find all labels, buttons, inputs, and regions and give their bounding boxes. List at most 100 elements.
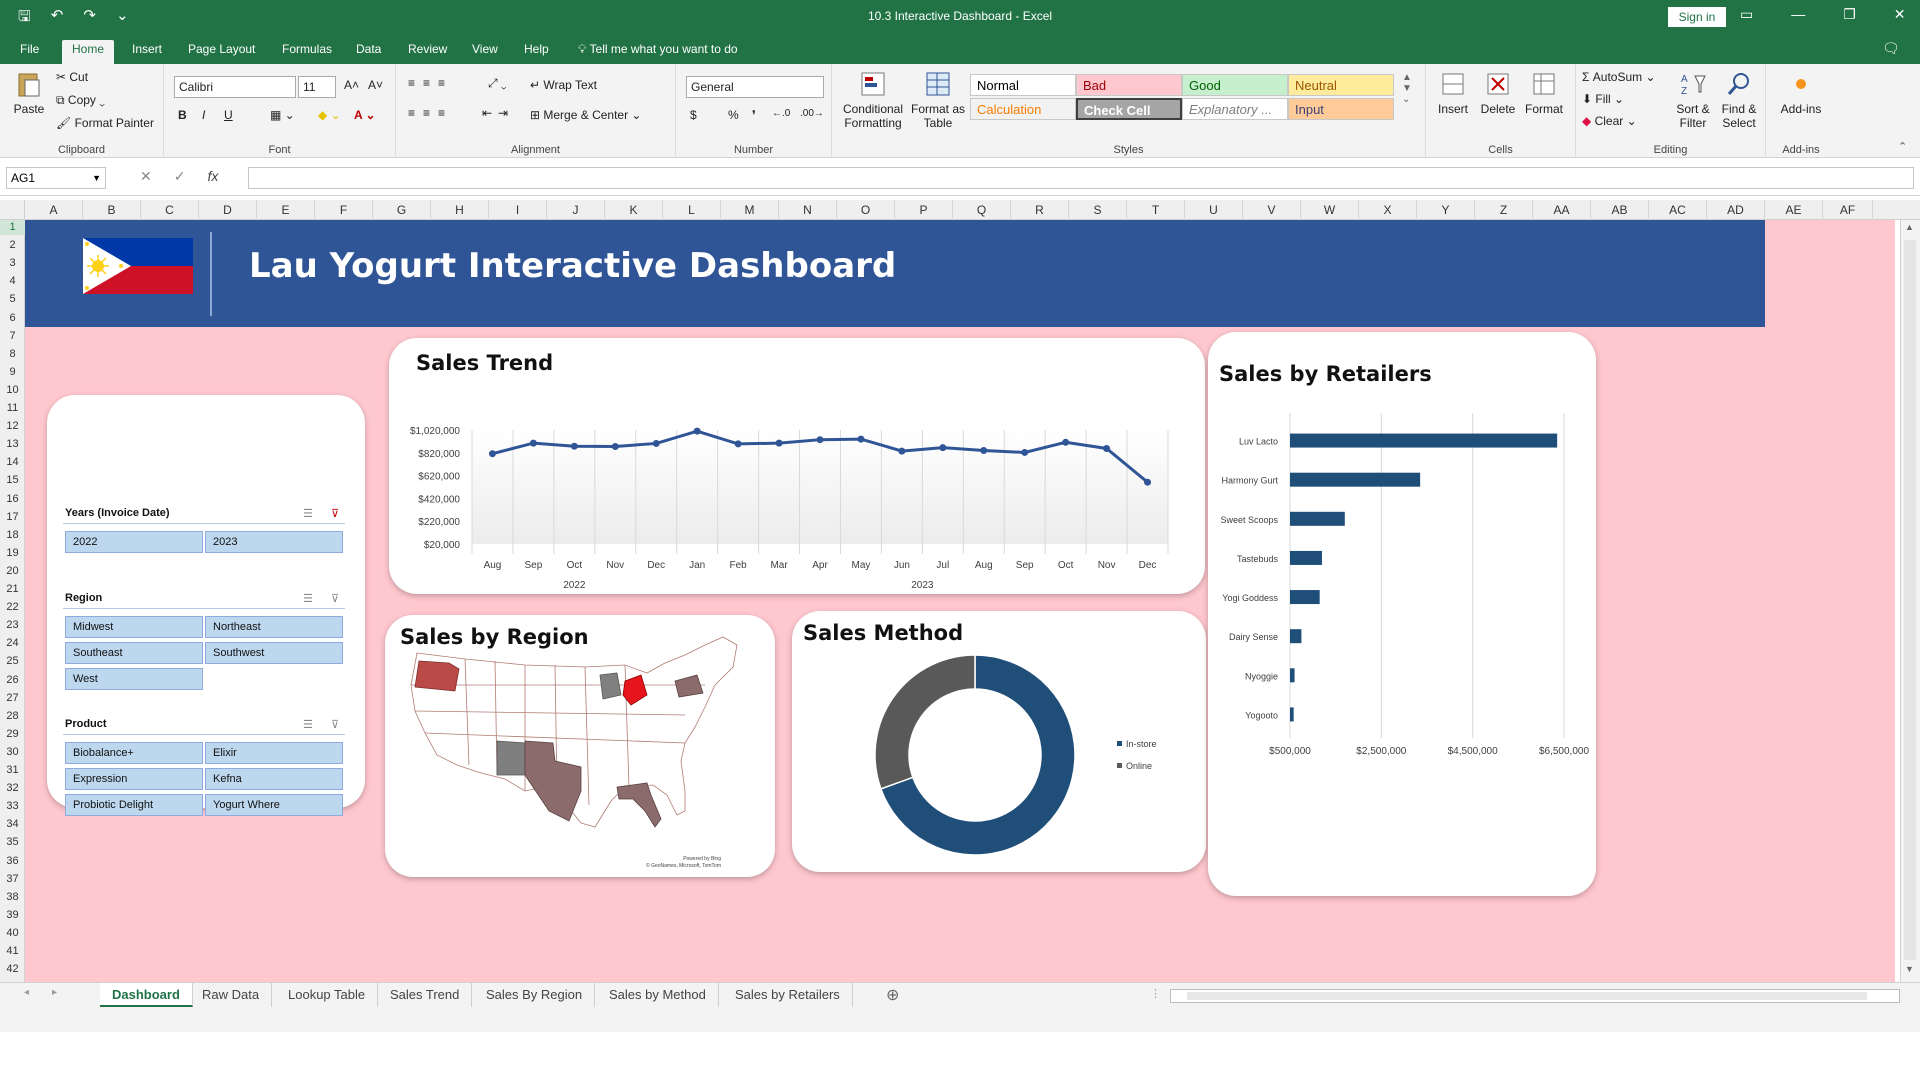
indent-icons[interactable]: ⇤⇥ — [482, 106, 514, 120]
wisconsin-region[interactable] — [599, 672, 622, 700]
cell-style-good[interactable]: Good — [1182, 74, 1288, 96]
comments-icon[interactable]: 🗨︎ — [1882, 40, 1900, 57]
horizontal-scroll-thumb[interactable] — [1187, 992, 1867, 1000]
row-header[interactable]: 13 — [0, 437, 25, 452]
row-header[interactable]: 2 — [0, 238, 25, 253]
slicer-item[interactable]: Elixir — [205, 742, 343, 764]
row-header[interactable]: 31 — [0, 763, 25, 778]
sales-trend-point[interactable] — [857, 435, 865, 443]
column-header[interactable]: AB — [1591, 200, 1649, 220]
sort-filter-button[interactable]: AZ Sort & Filter — [1672, 70, 1714, 130]
slicer-clear-filter-icon[interactable]: ⊽ — [331, 592, 351, 605]
sales-trend-chart[interactable]: $1,020,000 $820,000 $620,000 $420,000 $220,0… — [389, 338, 1205, 594]
row-header[interactable]: 36 — [0, 854, 25, 869]
column-header[interactable]: E — [257, 200, 315, 220]
row-header[interactable]: 29 — [0, 727, 25, 742]
restore-button[interactable]: ❐ — [1843, 6, 1856, 23]
cell-style-explanatory[interactable]: Explanatory ... — [1182, 98, 1288, 120]
italic-button[interactable]: I — [202, 108, 205, 122]
sales-trend-point[interactable] — [693, 427, 701, 435]
format-as-table-button[interactable]: Format as Table — [910, 70, 966, 130]
cell-style-check-cell[interactable]: Check Cell — [1076, 98, 1182, 120]
autosum-button[interactable]: Σ AutoSum ⌄ — [1582, 70, 1656, 84]
column-header[interactable]: K — [605, 200, 663, 220]
cell-style-normal[interactable]: Normal — [970, 74, 1076, 96]
row-header[interactable]: 5 — [0, 292, 25, 307]
retailer-bar[interactable] — [1290, 707, 1294, 722]
column-header[interactable]: Y — [1417, 200, 1475, 220]
row-header[interactable]: 17 — [0, 510, 25, 525]
tab-review[interactable]: Review — [398, 40, 457, 64]
column-header[interactable]: AC — [1649, 200, 1707, 220]
sales-trend-point[interactable] — [570, 442, 578, 450]
increase-decimal-button[interactable]: ←.0 — [772, 108, 790, 119]
shrink-font-button[interactable]: A˅ — [368, 78, 383, 92]
sales-retailers-bar-chart[interactable]: $500,000 $2,500,000 $4,500,000 $6,500,000 Lu… — [1208, 332, 1596, 896]
row-header[interactable]: 9 — [0, 365, 25, 380]
row-header[interactable]: 10 — [0, 383, 25, 398]
retailer-bar[interactable] — [1290, 629, 1302, 644]
row-header[interactable]: 11 — [0, 401, 25, 416]
ribbon-display-icon[interactable]: ▭ — [1740, 6, 1753, 23]
column-header[interactable]: AF — [1823, 200, 1873, 220]
row-header[interactable]: 23 — [0, 618, 25, 633]
borders-icon[interactable]: ▦ ⌄ — [270, 108, 295, 122]
row-header[interactable]: 12 — [0, 419, 25, 434]
row-header[interactable]: 33 — [0, 799, 25, 814]
sales-trend-point[interactable] — [488, 450, 496, 458]
tell-me-box[interactable]: 💡︎ Tell me what you want to do — [578, 40, 738, 58]
retailer-bar[interactable] — [1290, 590, 1320, 605]
horizontal-align-icons[interactable]: ≡≡≡ — [408, 106, 453, 120]
row-header[interactable]: 40 — [0, 926, 25, 941]
column-header[interactable]: O — [837, 200, 895, 220]
tab-formulas[interactable]: Formulas — [272, 40, 342, 64]
slicer-item[interactable]: Kefna — [205, 768, 343, 790]
row-header[interactable]: 14 — [0, 455, 25, 470]
slicer-item[interactable]: 2023 — [205, 531, 343, 553]
slicer-clear-filter-icon[interactable]: ⊽ — [331, 718, 351, 731]
column-header[interactable]: D — [199, 200, 257, 220]
sheet-tab-raw-data[interactable]: Raw Data — [190, 983, 273, 1007]
retailer-bar[interactable] — [1290, 550, 1322, 565]
column-header[interactable]: S — [1069, 200, 1127, 220]
conditional-formatting-button[interactable]: Conditional Formatting — [842, 70, 904, 130]
sales-trend-point[interactable] — [1021, 448, 1029, 456]
close-button[interactable]: ✕ — [1894, 6, 1906, 23]
underline-button[interactable]: U — [224, 108, 233, 122]
scroll-up-icon[interactable]: ▲ — [1905, 222, 1914, 232]
row-header[interactable]: 8 — [0, 347, 25, 362]
new-mexico-region[interactable] — [496, 740, 526, 776]
scroll-down-icon[interactable]: ▼ — [1905, 964, 1914, 974]
wrap-text-button[interactable]: ↵ Wrap Text — [530, 78, 597, 92]
tab-insert[interactable]: Insert — [122, 40, 172, 64]
slicer-item[interactable]: Midwest — [65, 616, 203, 638]
cancel-entry-icon[interactable]: ✕ — [140, 168, 152, 185]
column-header[interactable]: AD — [1707, 200, 1765, 220]
number-format-select[interactable]: General — [686, 76, 824, 98]
column-header[interactable]: C — [141, 200, 199, 220]
worksheet-dashboard[interactable]: Lau Yogurt Interactive Dashboard Years (… — [25, 220, 1895, 982]
row-header[interactable]: 6 — [0, 311, 25, 326]
row-header[interactable]: 24 — [0, 636, 25, 651]
sales-trend-point[interactable] — [734, 440, 742, 448]
delete-cells-button[interactable]: Delete — [1476, 70, 1520, 116]
row-header[interactable]: 7 — [0, 329, 25, 344]
row-header[interactable]: 41 — [0, 944, 25, 959]
tab-scroll-right-icon[interactable]: ▸ — [52, 987, 57, 998]
row-header[interactable]: 20 — [0, 564, 25, 579]
column-header[interactable]: F — [315, 200, 373, 220]
select-all-corner[interactable] — [0, 200, 25, 220]
sheet-tab-dashboard[interactable]: Dashboard — [100, 983, 193, 1007]
insert-function-icon[interactable]: fx — [207, 168, 218, 185]
row-header[interactable]: 42 — [0, 962, 25, 977]
cell-style-bad[interactable]: Bad — [1076, 74, 1182, 96]
row-header[interactable]: 3 — [0, 256, 25, 271]
slicer-item[interactable]: Expression — [65, 768, 203, 790]
sales-trend-point[interactable] — [898, 447, 906, 455]
column-header[interactable]: I — [489, 200, 547, 220]
format-cells-button[interactable]: Format — [1522, 70, 1566, 116]
vertical-scroll-thumb[interactable] — [1904, 240, 1916, 960]
retailer-bar[interactable] — [1290, 511, 1345, 526]
column-header[interactable]: N — [779, 200, 837, 220]
column-header[interactable]: J — [547, 200, 605, 220]
